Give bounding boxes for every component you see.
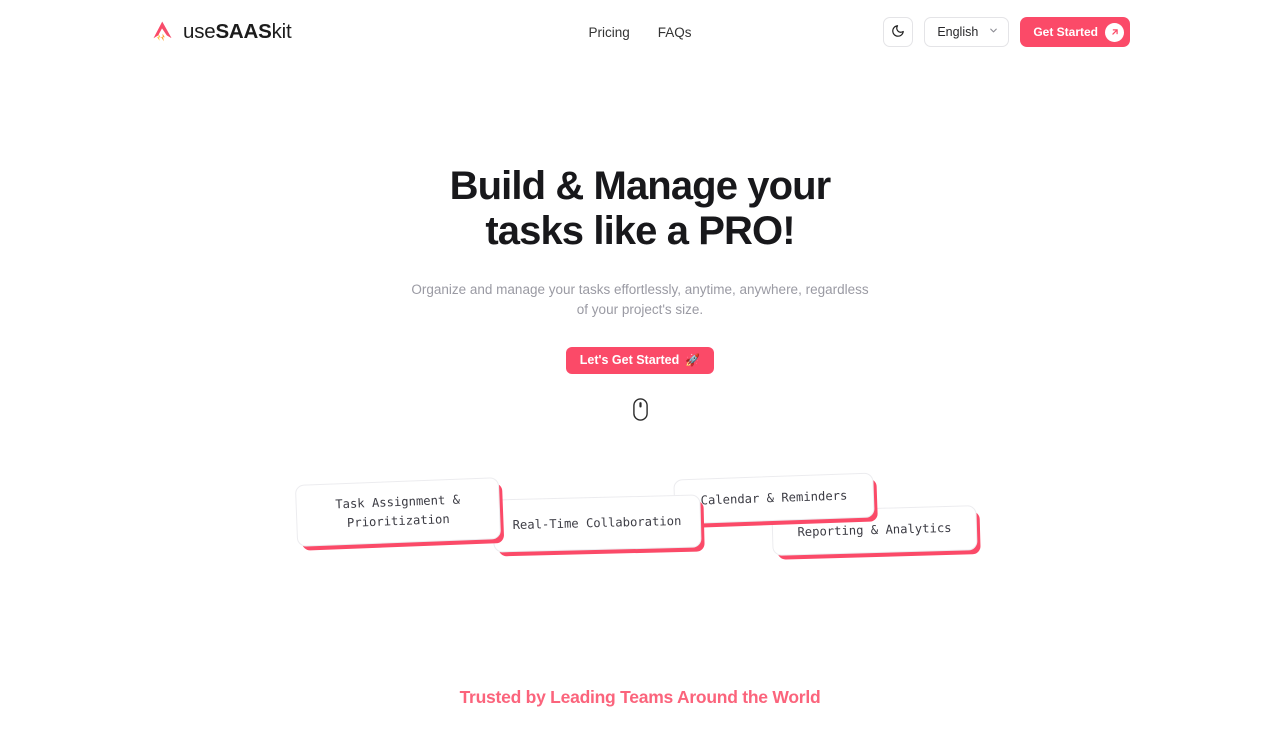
site-header: useSAASkit Pricing FAQs English Get Star… — [0, 0, 1280, 64]
feature-card-task-assignment[interactable]: Task Assignment & Prioritization — [294, 476, 502, 547]
mouse-scroll-icon — [632, 397, 648, 421]
brand-prefix: use — [183, 20, 216, 43]
nav-link-pricing[interactable]: Pricing — [588, 25, 629, 40]
brand-logo[interactable]: useSAASkit — [150, 19, 292, 45]
feature-cards: Task Assignment & Prioritization Real-Ti… — [0, 459, 1280, 579]
hero-cta-wrapper: Let's Get Started 🚀 — [0, 346, 1280, 374]
chevron-down-icon — [988, 23, 999, 41]
scroll-down-indicator[interactable] — [0, 397, 1280, 421]
lets-get-started-label: Let's Get Started — [579, 353, 680, 368]
hero-title-line-1: Build & Manage your — [449, 164, 832, 208]
brand-wordmark: useSAASkit — [183, 20, 292, 44]
brand-suffix: kit — [271, 20, 292, 43]
trusted-section: Trusted by Leading Teams Around the Worl… — [0, 687, 1280, 708]
feature-card-label: Calendar & Reminders — [700, 488, 848, 508]
lets-get-started-button[interactable]: Let's Get Started 🚀 — [565, 346, 715, 374]
feature-card-real-time-collaboration[interactable]: Real-Time Collaboration — [492, 494, 702, 553]
dark-mode-toggle[interactable] — [883, 17, 914, 47]
feature-card-label: Real-Time Collaboration — [512, 513, 682, 532]
moon-icon — [891, 24, 905, 41]
hero-section: Build & Manage your tasks like a PRO! Or… — [0, 164, 1280, 421]
rocket-icon: 🚀 — [685, 353, 701, 368]
feature-card-label: Task Assignment & Prioritization — [335, 492, 461, 530]
feature-card-label: Reporting & Analytics — [797, 520, 952, 539]
language-select-value: English — [937, 25, 979, 39]
primary-nav: Pricing FAQs — [588, 25, 691, 40]
usesaaskit-logo-icon — [150, 19, 176, 45]
arrow-up-right-icon — [1105, 22, 1124, 42]
get-started-label: Get Started — [1033, 25, 1098, 39]
hero-subtitle: Organize and manage your tasks effortles… — [411, 282, 869, 317]
nav-link-faqs[interactable]: FAQs — [658, 25, 692, 40]
hero-title-line-2: tasks like a PRO! — [485, 209, 795, 254]
trusted-title: Trusted by Leading Teams Around the Worl… — [459, 686, 821, 707]
feature-card-calendar-reminders[interactable]: Calendar & Reminders — [673, 472, 875, 525]
brand-emphasis: SAAS — [215, 20, 272, 43]
get-started-button[interactable]: Get Started — [1020, 17, 1130, 47]
language-select[interactable]: English — [924, 17, 1010, 47]
header-actions: English Get Started — [883, 17, 1130, 47]
page-title: Build & Manage your tasks like a PRO! — [0, 164, 1280, 254]
